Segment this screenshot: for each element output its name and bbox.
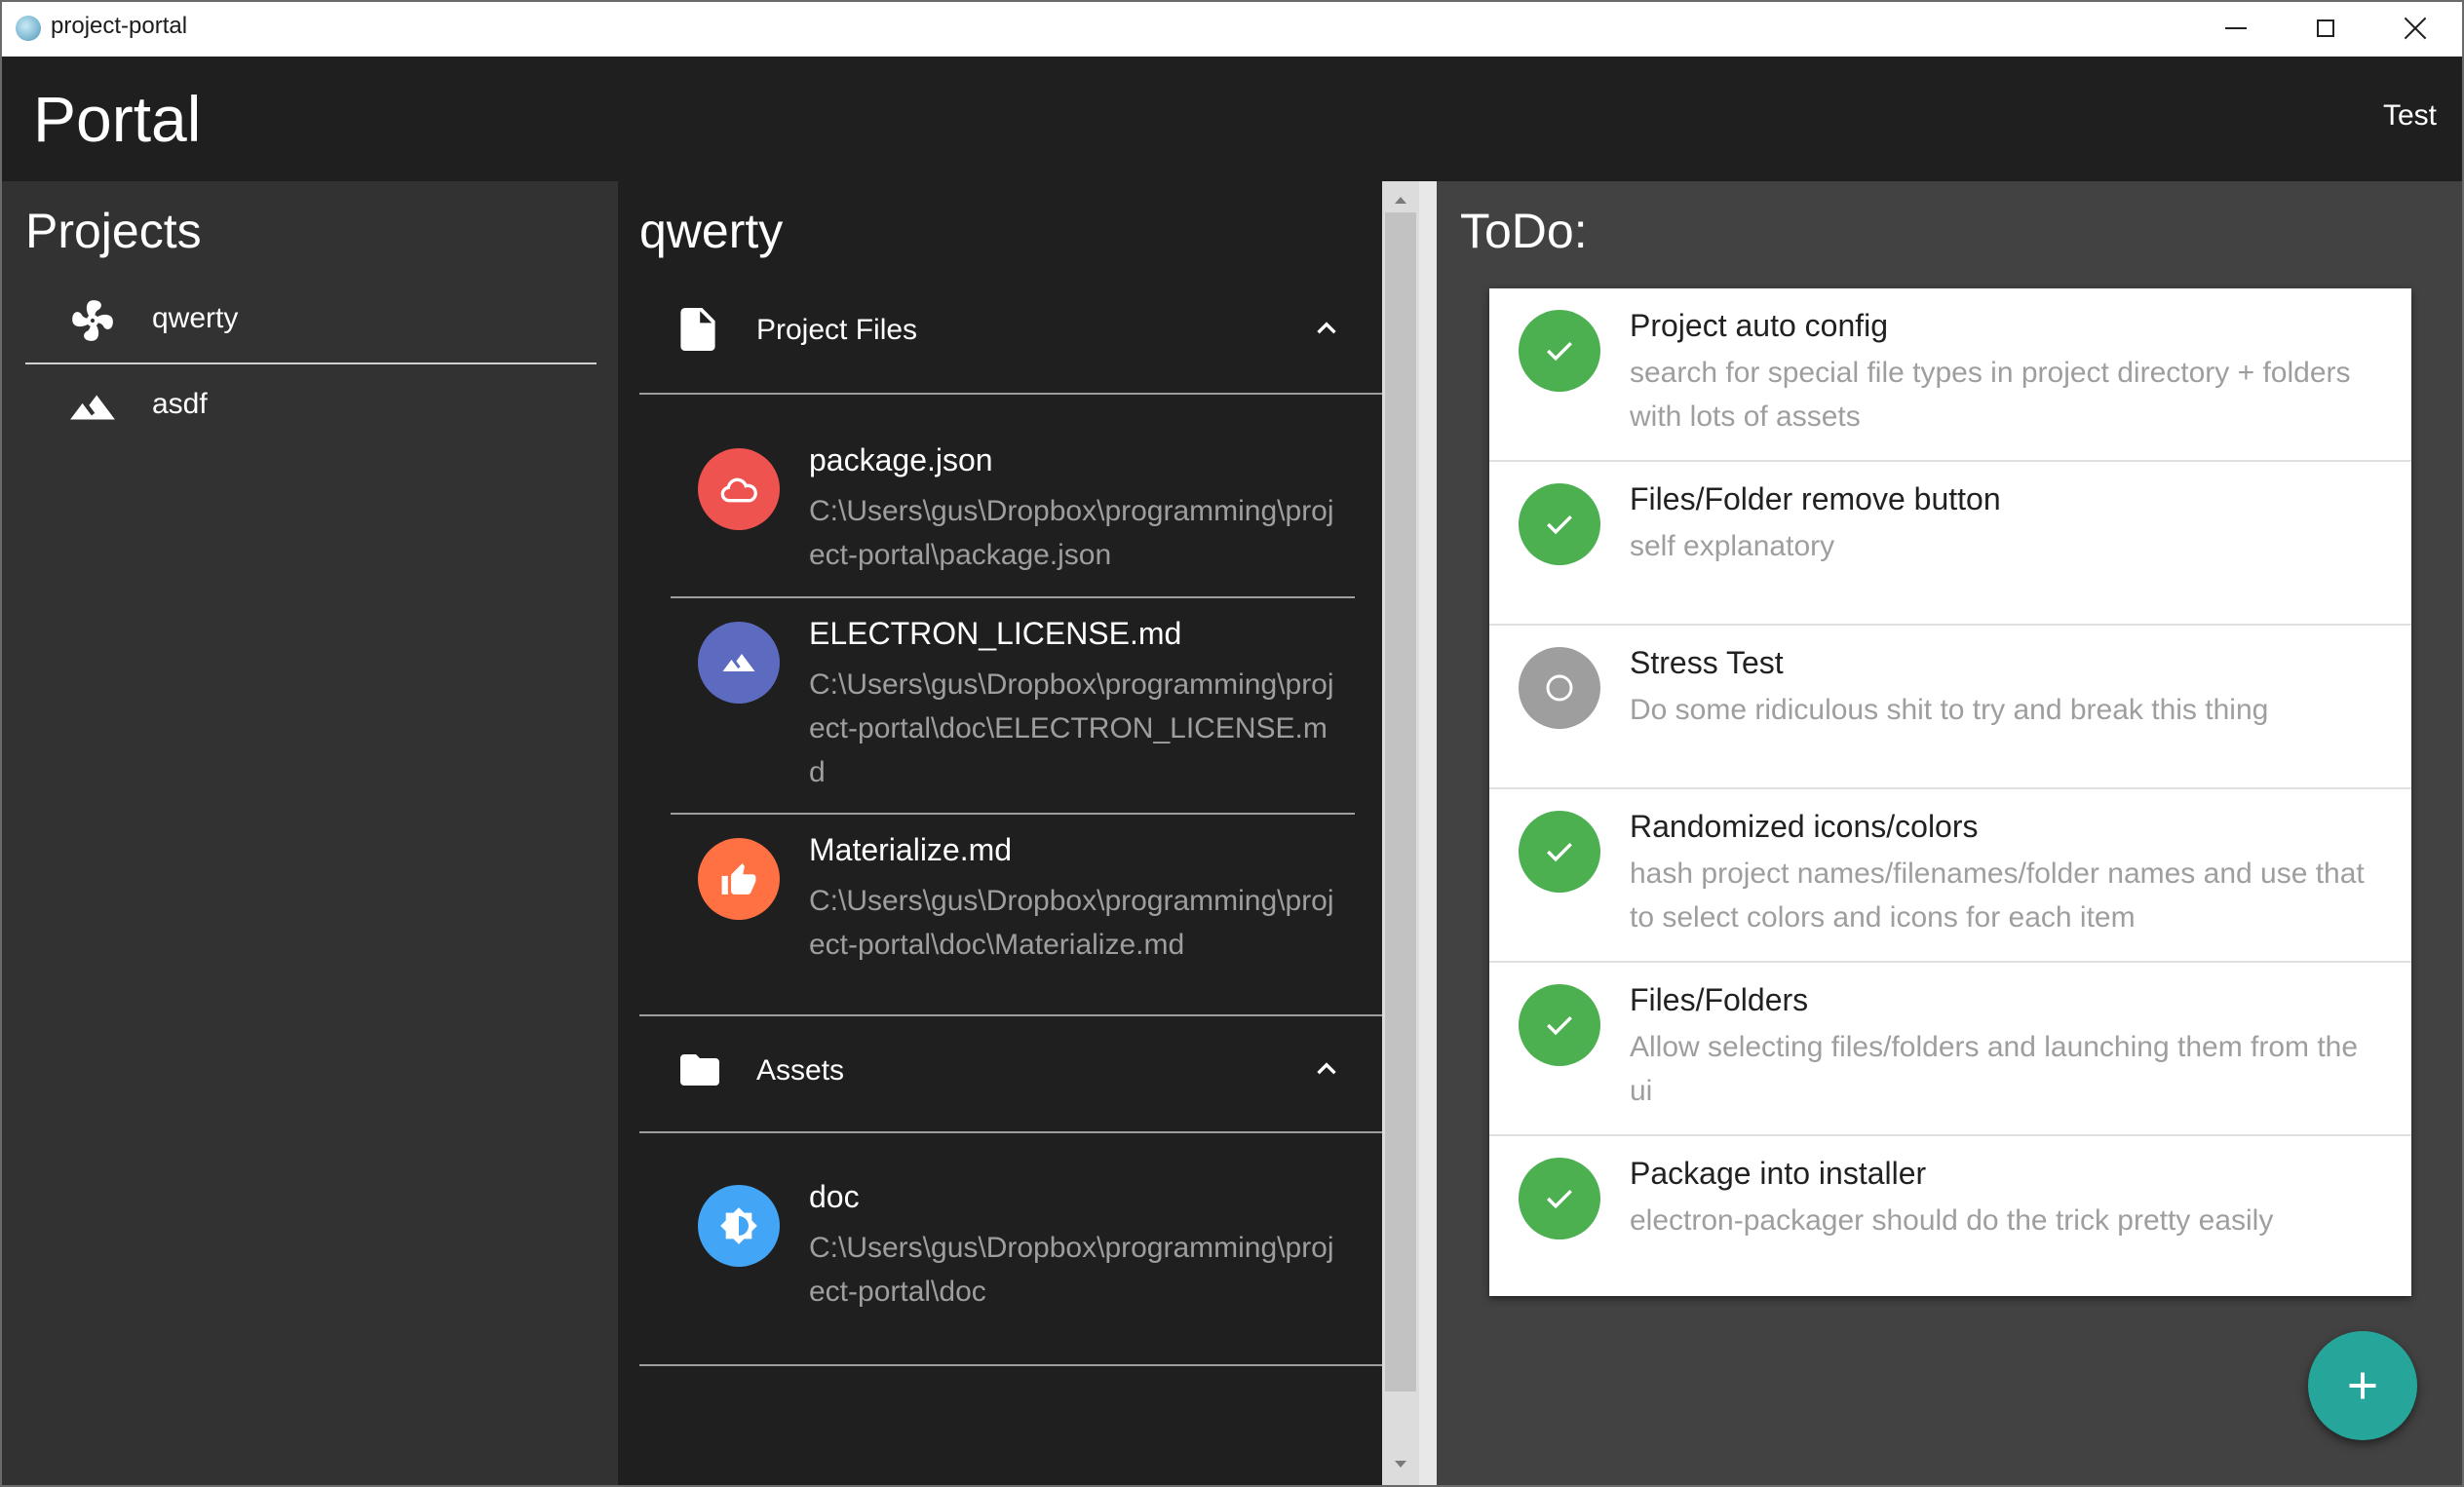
todo-item[interactable]: Files/Folder remove button self explanat… <box>1489 462 2411 624</box>
todo-list-card: Project auto config search for special f… <box>1489 288 2411 1296</box>
collapsible-header-project-files[interactable]: Project Files <box>639 271 1382 388</box>
project-item-qwerty[interactable]: qwerty <box>25 277 597 362</box>
scroll-down-arrow-icon[interactable] <box>1390 1458 1411 1471</box>
app-icon <box>16 16 41 41</box>
file-icon <box>680 308 715 351</box>
section-divider <box>639 1364 1382 1366</box>
todo-item[interactable]: Stress Test Do some ridiculous shit to t… <box>1489 626 2411 787</box>
todo-pending-checkbox[interactable] <box>1519 647 1600 729</box>
todo-description: electron-packager should do the trick pr… <box>1630 1204 2274 1237</box>
todo-description: search for special file types in project… <box>1630 357 2351 433</box>
todo-title: Stress Test <box>1630 645 1784 680</box>
todo-item[interactable]: Files/Folders Allow selecting files/fold… <box>1489 963 2411 1134</box>
project-title: qwerty <box>639 204 784 258</box>
section-divider <box>639 393 1382 395</box>
todo-title: Files/Folders <box>1630 982 1809 1017</box>
todo-heading: ToDo: <box>1460 204 1588 258</box>
add-todo-button[interactable] <box>2308 1331 2417 1440</box>
cloud-icon <box>720 477 757 503</box>
file-path: C:\Users\gus\Dropbox\programming\project… <box>809 668 1334 788</box>
brightness-icon <box>720 1207 757 1244</box>
minimize-button[interactable] <box>2191 0 2281 57</box>
file-avatar <box>698 448 780 530</box>
chevron-up-icon[interactable] <box>1316 1058 1337 1080</box>
todo-title: Package into installer <box>1630 1156 1927 1191</box>
todo-title: Files/Folder remove button <box>1630 481 2001 516</box>
todo-done-checkbox[interactable] <box>1519 1158 1600 1239</box>
maximize-icon <box>2317 19 2334 37</box>
todo-description: self explanatory <box>1630 530 1835 562</box>
landscape-icon <box>70 395 115 420</box>
projects-heading: Projects <box>25 204 202 258</box>
file-item-electron-license[interactable]: ELECTRON_LICENSE.md C:\Users\gus\Dropbox… <box>671 573 1355 812</box>
section-title: Project Files <box>756 314 918 346</box>
file-avatar <box>698 622 780 704</box>
window-titlebar <box>0 0 2464 57</box>
plus-icon <box>2349 1372 2376 1399</box>
file-name: Materialize.md <box>809 832 1013 867</box>
todo-item[interactable]: Project auto config search for special f… <box>1489 288 2411 460</box>
file-avatar <box>698 838 780 920</box>
file-item-materialize[interactable]: Materialize.md C:\Users\gus\Dropbox\prog… <box>671 789 1355 984</box>
todo-description: hash project names/filenames/folder name… <box>1630 858 2365 934</box>
todo-done-checkbox[interactable] <box>1519 811 1600 893</box>
thumb-up-icon <box>721 863 756 895</box>
pinwheel-icon <box>72 300 113 341</box>
check-icon <box>1547 515 1572 535</box>
landscape-icon <box>722 654 755 671</box>
check-icon <box>1547 342 1572 362</box>
circle-outline-icon <box>1546 674 1573 702</box>
todo-item[interactable]: Randomized icons/colors hash project nam… <box>1489 789 2411 961</box>
maximize-button[interactable] <box>2281 0 2370 57</box>
todo-title: Randomized icons/colors <box>1630 809 1979 844</box>
scrollbar-thumb[interactable] <box>1385 212 1416 1392</box>
project-item-asdf[interactable]: asdf <box>25 364 597 450</box>
window-border <box>0 57 2 1487</box>
window-title: project-portal <box>51 13 188 39</box>
project-item-label: qwerty <box>152 302 239 334</box>
file-item-package-json[interactable]: package.json C:\Users\gus\Dropbox\progra… <box>671 400 1355 594</box>
close-button[interactable] <box>2370 0 2460 57</box>
todo-done-checkbox[interactable] <box>1519 483 1600 565</box>
app-header: Portal Test <box>2 57 2462 181</box>
collapsible-header-assets[interactable]: Assets <box>639 1011 1382 1128</box>
section-title: Assets <box>756 1054 845 1087</box>
file-name: doc <box>809 1179 860 1214</box>
file-path: C:\Users\gus\Dropbox\programming\project… <box>809 885 1334 961</box>
check-icon <box>1547 1190 1572 1209</box>
scroll-up-arrow-icon[interactable] <box>1390 193 1411 207</box>
check-icon <box>1547 843 1572 862</box>
section-divider <box>639 1131 1382 1133</box>
close-icon <box>2404 17 2427 40</box>
folder-item-doc[interactable]: doc C:\Users\gus\Dropbox\programming\pro… <box>671 1136 1355 1331</box>
file-name: package.json <box>809 442 993 477</box>
todo-done-checkbox[interactable] <box>1519 310 1600 392</box>
todo-description: Do some ridiculous shit to try and break… <box>1630 694 2269 726</box>
todo-item[interactable]: Package into installer electron-packager… <box>1489 1136 2411 1296</box>
todo-description: Allow selecting files/folders and launch… <box>1630 1031 2359 1107</box>
project-item-label: asdf <box>152 388 208 420</box>
file-path: C:\Users\gus\Dropbox\programming\project… <box>809 1232 1334 1308</box>
minimize-icon <box>2225 27 2247 29</box>
chevron-up-icon[interactable] <box>1316 318 1337 339</box>
todo-done-checkbox[interactable] <box>1519 984 1600 1066</box>
todo-title: Project auto config <box>1630 308 1889 343</box>
folder-icon <box>680 1054 719 1086</box>
check-icon <box>1547 1016 1572 1036</box>
file-path: C:\Users\gus\Dropbox\programming\project… <box>809 495 1334 571</box>
test-nav-link[interactable]: Test <box>2383 99 2437 133</box>
file-avatar <box>698 1185 780 1267</box>
brand-logo[interactable]: Portal <box>33 82 201 156</box>
file-name: ELECTRON_LICENSE.md <box>809 616 1182 651</box>
